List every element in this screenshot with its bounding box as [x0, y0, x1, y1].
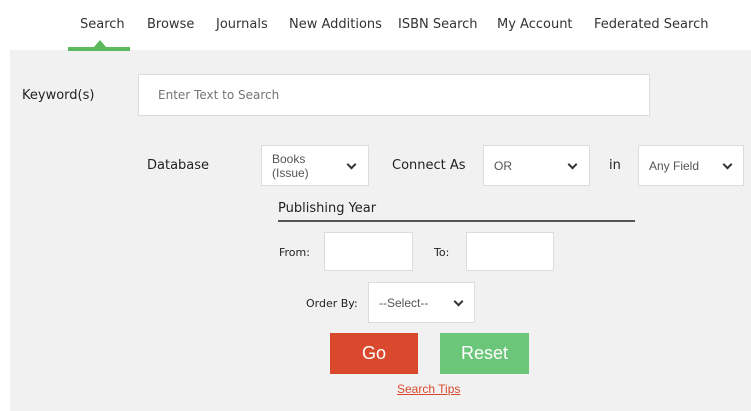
active-tab-notch-icon: [94, 40, 106, 47]
nav-item-search[interactable]: Search: [80, 17, 125, 32]
connect-as-select-value: OR: [494, 159, 512, 173]
database-select[interactable]: Books (Issue): [261, 145, 369, 186]
order-by-label: Order By:: [306, 297, 358, 310]
keyword-label: Keyword(s): [22, 88, 95, 103]
chevron-down-icon: [722, 159, 733, 170]
left-frame: [0, 0, 10, 411]
chevron-down-icon: [567, 159, 578, 170]
in-label: in: [609, 158, 621, 173]
order-by-select[interactable]: --Select--: [368, 282, 475, 323]
field-select-value: Any Field: [649, 159, 700, 173]
active-tab-indicator: [68, 47, 130, 51]
chevron-down-icon: [346, 159, 357, 170]
to-year-input[interactable]: [466, 232, 554, 271]
database-select-value-line2: (Issue): [272, 166, 309, 180]
publishing-year-heading: Publishing Year: [278, 201, 635, 222]
to-label: To:: [434, 246, 450, 259]
connect-as-select[interactable]: OR: [483, 145, 590, 186]
go-button[interactable]: Go: [330, 333, 418, 374]
database-label: Database: [147, 158, 210, 173]
nav-item-browse[interactable]: Browse: [147, 17, 194, 32]
publishing-year-heading-text: Publishing Year: [278, 201, 377, 216]
nav-item-federated-search[interactable]: Federated Search: [594, 17, 708, 32]
chevron-down-icon: [453, 296, 464, 307]
database-select-value-line1: Books: [272, 152, 306, 166]
order-by-select-value: --Select--: [379, 296, 429, 310]
nav-item-isbn-search[interactable]: ISBN Search: [398, 17, 478, 32]
connect-as-label: Connect As: [392, 158, 466, 173]
nav-item-new-additions[interactable]: New Additions: [289, 17, 382, 32]
nav-item-journals[interactable]: Journals: [216, 17, 268, 32]
field-select[interactable]: Any Field: [638, 145, 744, 186]
keyword-input[interactable]: [138, 74, 650, 116]
search-tips-link[interactable]: Search Tips: [397, 382, 460, 396]
top-nav: Search Browse Journals New Additions ISB…: [10, 0, 751, 50]
from-year-input[interactable]: [324, 232, 413, 271]
from-label: From:: [279, 246, 310, 259]
nav-item-my-account[interactable]: My Account: [497, 17, 573, 32]
reset-button[interactable]: Reset: [440, 333, 529, 374]
